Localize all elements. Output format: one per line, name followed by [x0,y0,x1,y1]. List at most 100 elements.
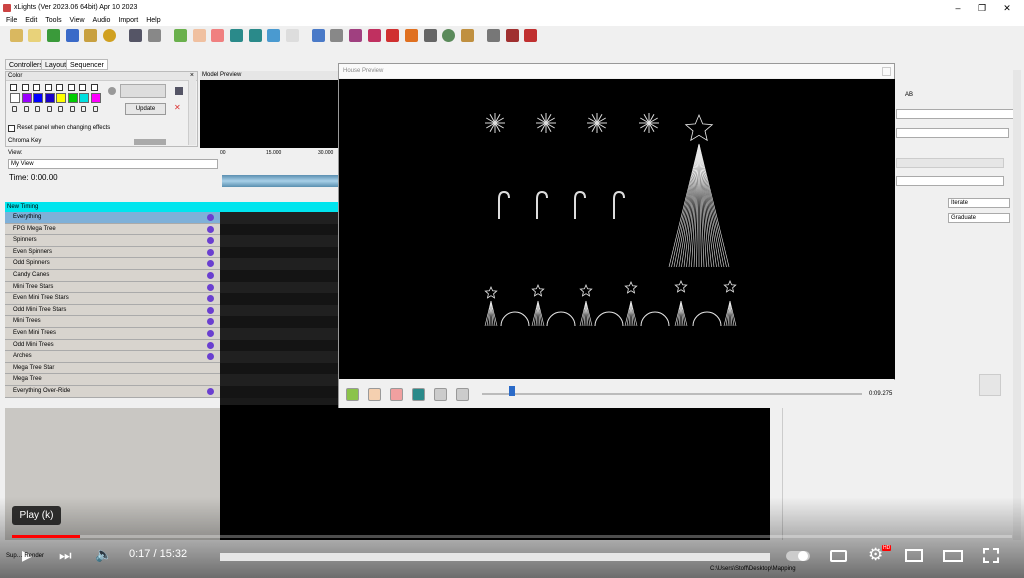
captions-icon[interactable] [830,550,847,562]
render-icon[interactable] [207,341,214,349]
grid-row[interactable] [220,304,338,317]
palette-checkbox[interactable] [33,84,40,91]
tab-sequencer[interactable]: Sequencer [66,59,108,70]
house-preview-canvas[interactable] [339,79,895,379]
next-icon[interactable]: ⏭ [59,547,72,564]
model-row[interactable]: Even Mini Trees [5,327,220,340]
reset-panel-checkbox[interactable] [8,125,15,132]
replay-icon[interactable] [267,29,280,42]
render-icon[interactable] [129,29,142,42]
dropdown[interactable] [896,158,1004,168]
minimize-button[interactable]: – [946,0,970,16]
dropdown[interactable] [896,176,1004,186]
menu-file[interactable]: File [6,16,17,26]
play-button[interactable] [346,388,359,401]
fullscreen-icon[interactable] [983,548,999,563]
zoom-in-icon[interactable] [487,29,500,42]
rewind-button[interactable] [412,388,425,401]
lock-icon[interactable] [12,106,17,112]
video-progress-bar[interactable] [12,535,1012,538]
model-row[interactable]: Mini Tree Stars [5,281,220,294]
menu-audio[interactable]: Audio [93,16,111,26]
menu-import[interactable]: Import [118,16,138,26]
model-row[interactable]: Candy Canes [5,269,220,282]
render-icon[interactable] [207,295,214,303]
grid-row[interactable] [220,351,338,363]
model-row[interactable]: Mini Trees [5,316,220,328]
grid-row[interactable] [220,328,338,340]
settings-icon[interactable]: ⚙ [868,545,883,565]
waveform[interactable] [222,166,338,196]
model-row[interactable]: Arches [5,351,220,363]
palette-swatch[interactable] [10,93,20,103]
stop-icon[interactable] [211,29,224,42]
save-palette-icon[interactable] [175,87,183,95]
new-icon[interactable] [10,29,23,42]
render-icon[interactable] [207,283,214,291]
grid-row[interactable] [220,374,338,386]
lock-icon[interactable] [46,106,52,112]
lock-icon[interactable] [69,106,75,112]
gear-icon[interactable] [312,29,325,42]
right-scrollbar[interactable] [1013,70,1021,540]
palette-dropdown[interactable] [120,84,166,98]
horizontal-scrollbar[interactable] [220,553,770,561]
grid-row[interactable] [220,386,338,398]
house-icon[interactable] [405,29,418,42]
model-row[interactable]: Everything Over-Ride [5,385,220,398]
maximize-button[interactable]: ❐ [970,0,994,16]
render-icon[interactable] [207,387,214,395]
model-row[interactable]: Spinners [5,235,220,247]
palette-checkbox[interactable] [90,84,98,91]
folder-icon[interactable] [47,29,60,42]
render-icon[interactable] [207,248,214,256]
stop-button[interactable] [390,388,403,401]
lock-icon[interactable] [58,106,63,112]
model-row[interactable]: Mega Tree Star [5,362,220,375]
delete-icon[interactable]: ✕ [174,103,181,112]
volume-icon[interactable]: 🔈 [95,546,112,563]
pause-icon[interactable] [193,29,206,42]
render-icon[interactable] [207,225,214,233]
chroma-slider[interactable] [134,139,166,145]
render-checkbox-label[interactable]: Sup… Render [6,553,44,559]
render-icon[interactable] [207,306,214,314]
grid-row[interactable] [220,270,338,282]
palette-swatch[interactable] [33,93,43,103]
grid-row[interactable] [220,223,338,236]
palette-checkbox[interactable] [21,84,29,91]
miniplayer-icon[interactable] [905,549,923,562]
palette-swatch[interactable] [67,93,78,103]
palette-checkbox[interactable] [10,84,17,91]
fast-forward-icon[interactable] [249,29,262,42]
model-row[interactable]: Everything [5,212,220,224]
grid-row[interactable] [220,212,338,224]
autoplay-toggle[interactable] [786,551,810,561]
theater-mode-icon[interactable] [943,550,963,562]
gear-icon[interactable] [108,87,116,95]
pause-button[interactable] [368,388,381,401]
menu-help[interactable]: Help [146,16,160,26]
save-icon[interactable] [66,29,79,42]
menu-view[interactable]: View [70,16,85,26]
render-icon[interactable] [207,353,214,361]
grid-row[interactable] [220,293,338,305]
play-icon[interactable] [174,29,187,42]
view-select[interactable]: My View [8,159,218,169]
wand-icon[interactable] [461,29,474,42]
render-icon[interactable] [207,214,214,221]
palette-checkbox[interactable] [56,84,63,91]
render-icon[interactable] [207,329,214,337]
palette-swatch[interactable] [90,93,101,103]
dropdown[interactable] [896,109,1014,119]
model-row[interactable]: Odd Mini Trees [5,339,220,352]
zoom-out-icon[interactable] [506,29,519,42]
model-row[interactable]: Even Mini Tree Stars [5,293,220,305]
grid-row[interactable] [220,339,338,352]
dropdown[interactable] [896,128,1009,138]
grid-row[interactable] [220,316,338,328]
render-icon[interactable] [207,271,214,279]
render-icon[interactable] [207,260,214,268]
settings-icon[interactable] [442,29,455,42]
sliders-icon[interactable] [424,29,437,42]
